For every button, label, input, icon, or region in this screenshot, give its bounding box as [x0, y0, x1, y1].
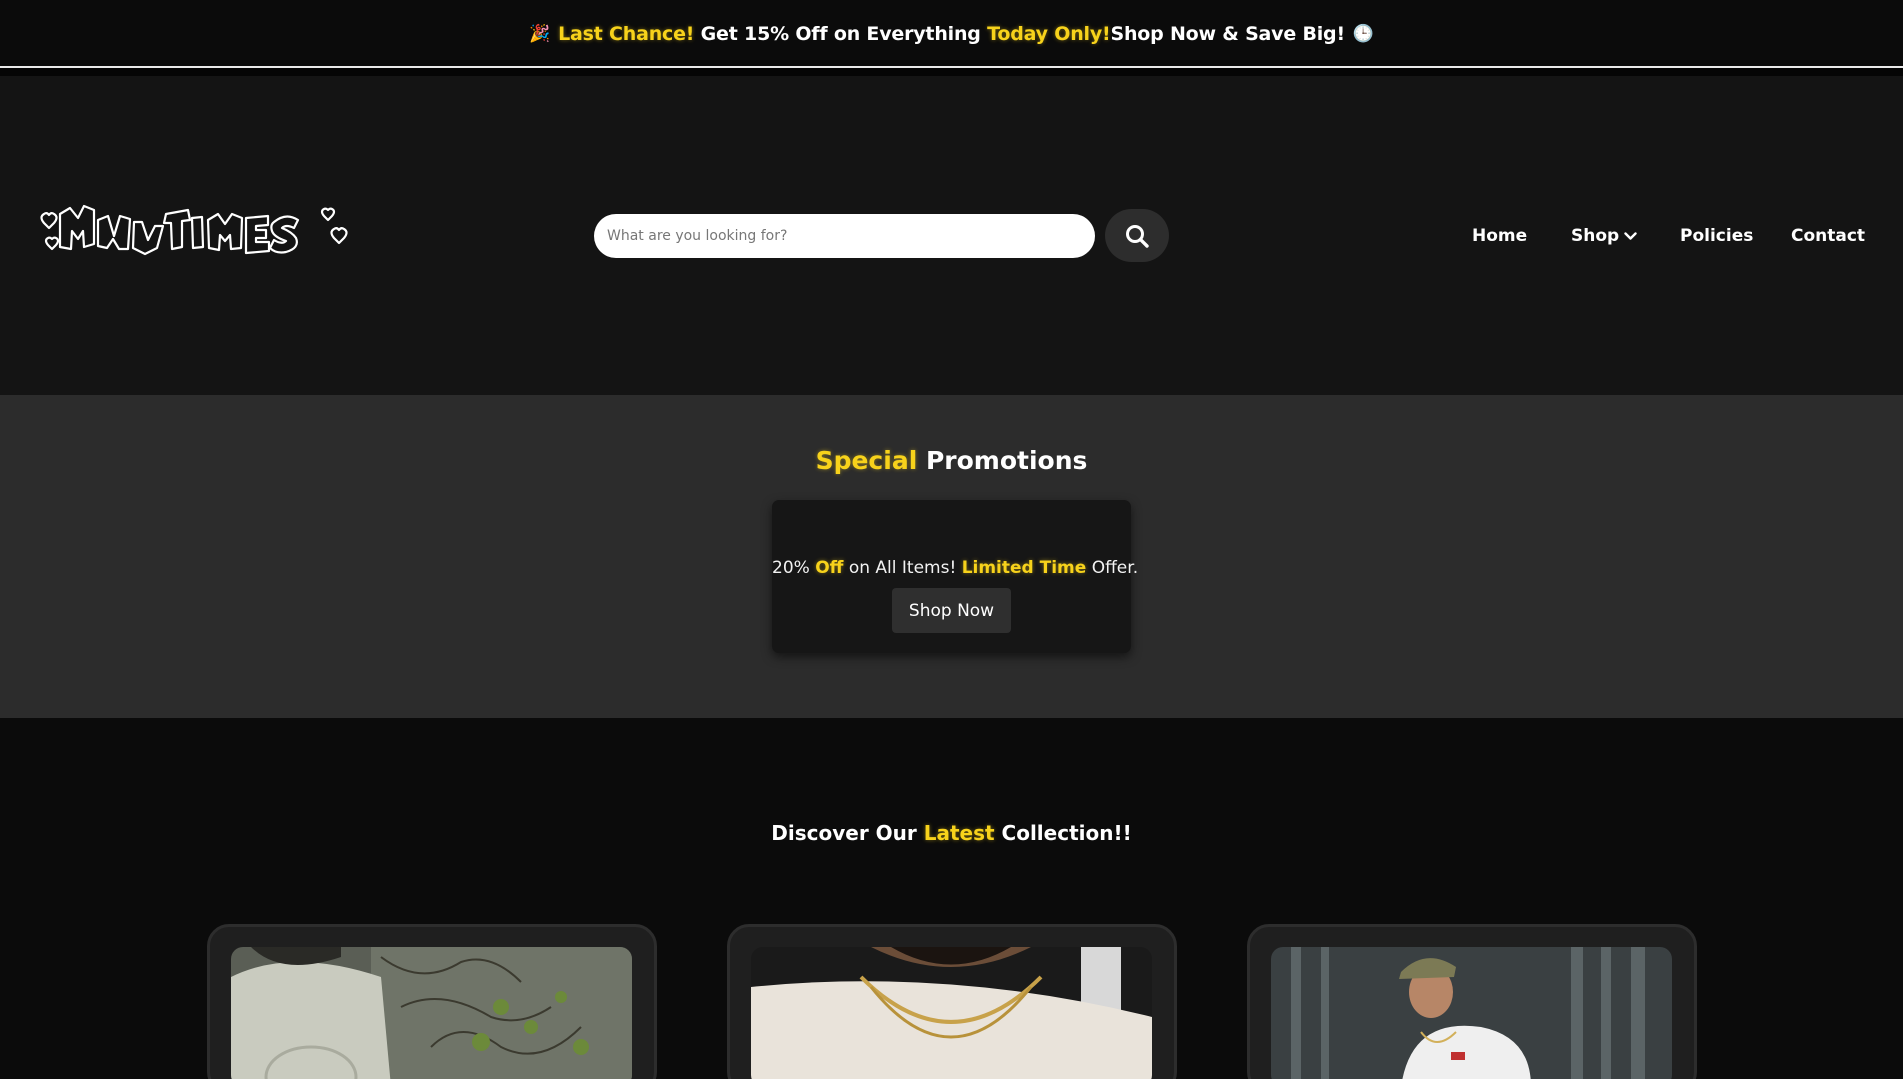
product-card[interactable]	[727, 924, 1177, 1079]
promotions-title-highlight: Special	[815, 446, 918, 475]
offer-limited-time-highlight: Limited Time	[961, 558, 1087, 578]
product-photo-shirt-back	[231, 947, 632, 1079]
search-bar	[594, 214, 1095, 258]
promotions-title: Special Promotions	[0, 446, 1903, 475]
promotions-title-rest: Promotions	[917, 446, 1088, 475]
collection-title-end: Collection!!	[994, 821, 1132, 845]
offer-items-text: on All Items!	[843, 558, 962, 578]
announcement-text: Get 15% Off on Everything	[694, 22, 988, 45]
search-input[interactable]	[607, 228, 1095, 244]
brand-logo-graffiti	[40, 204, 348, 256]
product-photo-white-tee-chains	[751, 947, 1152, 1079]
offer-percent: 20%	[772, 558, 816, 578]
announcement-highlight-today-only: Today Only!	[987, 22, 1111, 45]
announcement-bar: 🎉 Last Chance! Get 15% Off on Everything…	[0, 0, 1903, 67]
header-gap	[0, 68, 1903, 76]
product-image[interactable]	[231, 947, 632, 1079]
product-image[interactable]	[751, 947, 1152, 1079]
nav-contact[interactable]: Contact	[1791, 222, 1865, 250]
collection-title-highlight: Latest	[923, 821, 995, 845]
search-icon	[1126, 224, 1149, 248]
shop-now-button[interactable]: Shop Now	[892, 588, 1011, 633]
promotion-offer-text: 20% Off on All Items! Limited Time Offer…	[772, 538, 1138, 578]
chevron-down-icon	[1624, 231, 1637, 240]
product-photo-man-cap	[1271, 947, 1672, 1079]
nav-shop[interactable]: Shop	[1571, 222, 1637, 250]
collection-title: Discover Our Latest Collection!!	[0, 797, 1903, 845]
collection-title-start: Discover Our	[771, 821, 924, 845]
nav-shop-label: Shop	[1571, 226, 1620, 246]
nav-home[interactable]: Home	[1472, 222, 1527, 250]
offer-off-highlight: Off	[815, 558, 844, 578]
product-card[interactable]	[207, 924, 657, 1079]
product-image[interactable]	[1271, 947, 1672, 1079]
nav-policies[interactable]: Policies	[1680, 222, 1753, 250]
product-card[interactable]	[1247, 924, 1697, 1079]
offer-end-text: Offer.	[1086, 558, 1139, 578]
brand-logo[interactable]	[36, 126, 348, 262]
party-popper-icon: 🎉	[529, 23, 551, 44]
announcement-highlight-last-chance: Last Chance!	[558, 22, 695, 45]
announcement-cta-text: Shop Now & Save Big!	[1110, 22, 1345, 45]
search-button[interactable]	[1105, 209, 1169, 262]
clock-icon: 🕒	[1352, 23, 1374, 44]
